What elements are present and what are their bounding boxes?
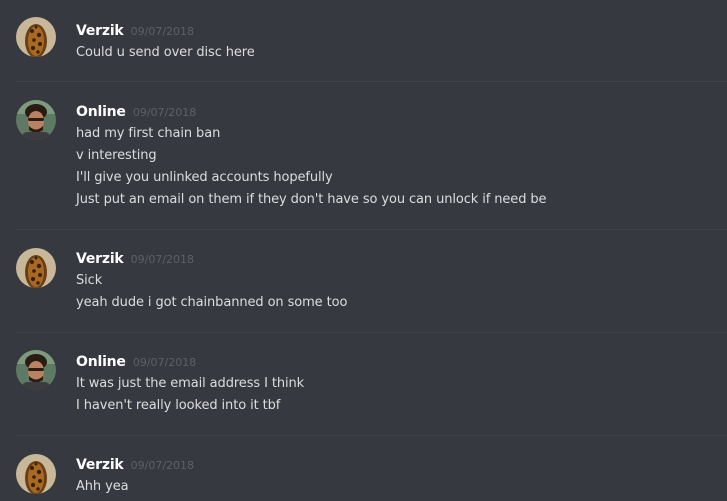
message-text: Ahh yea [76, 479, 129, 494]
avatar[interactable] [16, 100, 56, 140]
message-header: Online 09/07/2018 [76, 352, 196, 370]
message-header: Verzik 09/07/2018 [76, 21, 194, 39]
message-divider [16, 435, 727, 436]
message-text: yeah dude i got chainbanned on some too [76, 295, 348, 310]
username[interactable]: Online [76, 104, 126, 120]
message-text: had my first chain ban [76, 126, 221, 141]
avatar[interactable] [16, 17, 56, 57]
person-avatar-icon [16, 350, 56, 390]
timestamp: 09/07/2018 [130, 25, 195, 38]
message-text: Could u send over disc here [76, 45, 255, 60]
timestamp: 09/07/2018 [130, 459, 195, 472]
username[interactable]: Verzik [76, 23, 124, 39]
leopard-avatar-icon [16, 454, 56, 494]
timestamp: 09/07/2018 [132, 356, 197, 369]
timestamp: 09/07/2018 [130, 253, 195, 266]
username[interactable]: Online [76, 354, 126, 370]
message-text: I'll give you unlinked accounts hopefull… [76, 170, 333, 185]
avatar[interactable] [16, 248, 56, 288]
message-header: Online 09/07/2018 [76, 102, 196, 120]
message-text: Sick [76, 273, 103, 288]
message-header: Verzik 09/07/2018 [76, 249, 194, 267]
message-divider [16, 81, 727, 82]
avatar[interactable] [16, 454, 56, 494]
message-text: Just put an email on them if they don't … [76, 192, 547, 207]
timestamp: 09/07/2018 [132, 106, 197, 119]
avatar[interactable] [16, 350, 56, 390]
person-avatar-icon [16, 100, 56, 140]
username[interactable]: Verzik [76, 457, 124, 473]
chat-message-list: Verzik 09/07/2018 Could u send over disc… [0, 0, 727, 501]
message-divider [16, 332, 727, 333]
leopard-avatar-icon [16, 248, 56, 288]
message-text: I haven't really looked into it tbf [76, 398, 281, 413]
username[interactable]: Verzik [76, 251, 124, 267]
message-text: It was just the email address I think [76, 376, 305, 391]
message-header: Verzik 09/07/2018 [76, 455, 194, 473]
message-text: v interesting [76, 148, 157, 163]
leopard-avatar-icon [16, 17, 56, 57]
message-divider [16, 229, 727, 230]
